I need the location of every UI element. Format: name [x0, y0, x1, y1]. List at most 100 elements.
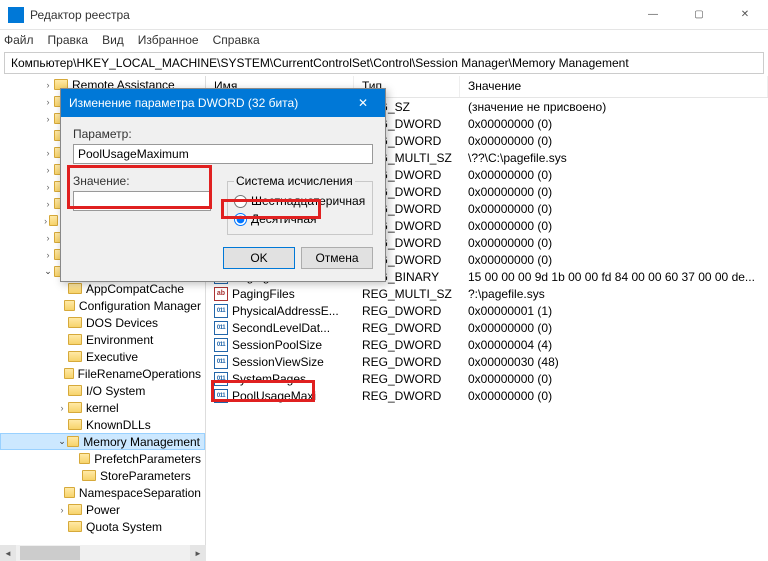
tree-item[interactable]: Executive: [0, 348, 205, 365]
tree-item[interactable]: AppCompatCache: [0, 280, 205, 297]
binary-value-icon: 011: [214, 389, 228, 403]
folder-icon: [64, 300, 74, 311]
value-row[interactable]: 011SessionViewSizeREG_DWORD0x00000030 (4…: [206, 353, 768, 370]
value-name: SystemPages: [232, 372, 306, 386]
tree-item[interactable]: I/O System: [0, 382, 205, 399]
value-row[interactable]: 011PhysicalAddressE...REG_DWORD0x0000000…: [206, 302, 768, 319]
binary-value-icon: 011: [214, 304, 228, 318]
menu-help[interactable]: Справка: [213, 33, 260, 47]
binary-value-icon: 011: [214, 321, 228, 335]
radix-dec-radio[interactable]: [234, 213, 247, 226]
value-input[interactable]: [73, 191, 211, 211]
radix-hex-radio[interactable]: [234, 195, 247, 208]
chevron-right-icon[interactable]: ›: [56, 403, 68, 413]
tree-item-label: I/O System: [86, 384, 145, 398]
value-name: SecondLevelDat...: [232, 321, 330, 335]
value-data: \??\C:\pagefile.sys: [460, 151, 768, 165]
folder-icon: [68, 521, 82, 532]
menu-view[interactable]: Вид: [102, 33, 124, 47]
chevron-right-icon[interactable]: ›: [42, 250, 54, 260]
chevron-right-icon[interactable]: ›: [42, 182, 54, 192]
ok-button[interactable]: OK: [223, 247, 295, 269]
value-data: 0x00000030 (48): [460, 355, 768, 369]
chevron-right-icon[interactable]: ›: [42, 199, 54, 209]
tree-item-label: KnownDLLs: [86, 418, 151, 432]
tree-item[interactable]: ›Power: [0, 501, 205, 518]
tree-item[interactable]: NamespaceSeparation: [0, 484, 205, 501]
param-input[interactable]: [73, 144, 373, 164]
menu-edit[interactable]: Правка: [48, 33, 89, 47]
binary-value-icon: 011: [214, 338, 228, 352]
chevron-down-icon[interactable]: ⌄: [42, 266, 54, 277]
close-button[interactable]: ✕: [722, 0, 768, 30]
menu-fav[interactable]: Избранное: [138, 33, 199, 47]
value-data: 0x00000000 (0): [460, 253, 768, 267]
tree-item[interactable]: FileRenameOperations: [0, 365, 205, 382]
value-name: PoolUsageMaxi: [232, 389, 316, 403]
chevron-right-icon[interactable]: ›: [42, 148, 54, 158]
radix-dec-row[interactable]: Десятичная: [234, 210, 366, 228]
tree-item[interactable]: Environment: [0, 331, 205, 348]
window-title: Редактор реестра: [30, 8, 630, 22]
radix-hex-label: Шестнадцатеричная: [251, 194, 365, 208]
address-bar[interactable]: Компьютер\HKEY_LOCAL_MACHINE\SYSTEM\Curr…: [4, 52, 764, 74]
chevron-right-icon[interactable]: ›: [42, 80, 54, 90]
value-data: 0x00000000 (0): [460, 372, 768, 386]
value-type: REG_DWORD: [354, 321, 460, 335]
value-row[interactable]: 011SystemPagesREG_DWORD0x00000000 (0): [206, 370, 768, 387]
tree-item[interactable]: Quota System: [0, 518, 205, 535]
dialog-title-text: Изменение параметра DWORD (32 бита): [69, 96, 349, 110]
menu-file[interactable]: Файл: [4, 33, 34, 47]
chevron-right-icon[interactable]: ›: [42, 165, 54, 175]
scroll-right-icon[interactable]: ►: [190, 545, 206, 561]
chevron-right-icon[interactable]: ›: [42, 114, 54, 124]
tree-item-label: Memory Management: [83, 435, 200, 449]
value-row[interactable]: 011PoolUsageMaxiREG_DWORD0x00000000 (0): [206, 387, 768, 404]
value-type: REG_DWORD: [354, 338, 460, 352]
chevron-right-icon[interactable]: ›: [56, 505, 68, 515]
value-row[interactable]: abPagingFilesREG_MULTI_SZ?:\pagefile.sys: [206, 285, 768, 302]
tree-item[interactable]: PrefetchParameters: [0, 450, 205, 467]
tree-item-label: DOS Devices: [86, 316, 158, 330]
tree-item-label: PrefetchParameters: [94, 452, 201, 466]
folder-icon: [64, 487, 74, 498]
chevron-right-icon[interactable]: ›: [42, 97, 54, 107]
folder-icon: [49, 215, 58, 226]
window-controls: — ▢ ✕: [630, 0, 768, 30]
chevron-down-icon[interactable]: ⌄: [57, 436, 67, 447]
radix-hex-row[interactable]: Шестнадцатеричная: [234, 192, 366, 210]
tree-item[interactable]: KnownDLLs: [0, 416, 205, 433]
tree-item[interactable]: DOS Devices: [0, 314, 205, 331]
dialog-titlebar[interactable]: Изменение параметра DWORD (32 бита) ✕: [61, 89, 385, 117]
radix-legend: Система исчисления: [234, 174, 355, 188]
regedit-icon: [8, 7, 24, 23]
folder-icon: [68, 504, 82, 515]
value-row[interactable]: 011SecondLevelDat...REG_DWORD0x00000000 …: [206, 319, 768, 336]
col-value[interactable]: Значение: [460, 76, 768, 97]
folder-icon: [82, 470, 96, 481]
value-row[interactable]: 011SessionPoolSizeREG_DWORD0x00000004 (4…: [206, 336, 768, 353]
maximize-button[interactable]: ▢: [676, 0, 722, 30]
tree-item[interactable]: ›kernel: [0, 399, 205, 416]
folder-icon: [68, 334, 82, 345]
tree-item[interactable]: Configuration Manager: [0, 297, 205, 314]
param-label: Параметр:: [73, 127, 373, 141]
minimize-button[interactable]: —: [630, 0, 676, 30]
tree-item[interactable]: ⌄ Memory Management: [0, 433, 205, 450]
tree-item-label: Quota System: [86, 520, 162, 534]
cancel-button[interactable]: Отмена: [301, 247, 373, 269]
folder-icon: [67, 436, 79, 447]
tree-hscroll[interactable]: ◄ ►: [0, 545, 206, 561]
scroll-left-icon[interactable]: ◄: [0, 545, 16, 561]
value-type: REG_DWORD: [354, 389, 460, 403]
chevron-right-icon[interactable]: ›: [42, 216, 49, 226]
value-data: 0x00000000 (0): [460, 185, 768, 199]
value-data: ?:\pagefile.sys: [460, 287, 768, 301]
tree-item[interactable]: StoreParameters: [0, 467, 205, 484]
scroll-thumb[interactable]: [20, 546, 80, 560]
value-label: Значение:: [73, 174, 223, 188]
chevron-right-icon[interactable]: ›: [42, 233, 54, 243]
value-data: 0x00000000 (0): [460, 219, 768, 233]
dialog-close-icon[interactable]: ✕: [349, 89, 377, 117]
value-name: PhysicalAddressE...: [232, 304, 339, 318]
